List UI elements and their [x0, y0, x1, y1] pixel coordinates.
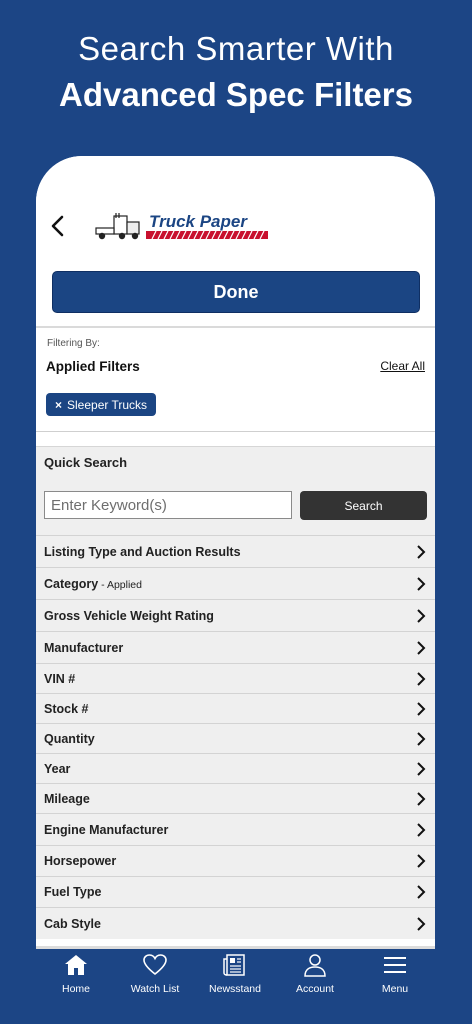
keyword-search-input[interactable]	[44, 491, 292, 519]
filtering-by-label: Filtering By:	[47, 338, 100, 349]
tab-label: Menu	[381, 983, 409, 995]
back-arrow-icon[interactable]	[48, 214, 68, 238]
list-item-horsepower[interactable]: Horsepower	[36, 845, 435, 876]
list-item-mileage[interactable]: Mileage	[36, 783, 435, 813]
tab-menu[interactable]: Menu	[355, 953, 435, 995]
chevron-right-icon	[417, 761, 426, 776]
filter-category-list: Listing Type and Auction Results Categor…	[36, 535, 435, 939]
list-item-fuel-type[interactable]: Fuel Type	[36, 876, 435, 907]
bottom-tab-bar: Home Watch List Newsstand Account Menu	[36, 946, 435, 1024]
item-label: Cab Style	[44, 916, 101, 931]
newspaper-icon	[223, 954, 245, 976]
list-item-year[interactable]: Year	[36, 753, 435, 783]
chevron-right-icon	[417, 916, 426, 931]
chevron-right-icon	[417, 854, 426, 868]
quick-search-header: Quick Search	[36, 446, 435, 479]
tab-home[interactable]: Home	[36, 953, 116, 995]
applied-filter-chip[interactable]: × Sleeper Trucks	[46, 393, 157, 416]
chevron-right-icon	[417, 791, 426, 806]
divider	[36, 326, 435, 328]
item-label: Stock #	[44, 701, 89, 716]
list-item-category[interactable]: Category - Applied	[36, 567, 435, 599]
logo-wordmark: Truck Paper	[149, 212, 248, 231]
item-label: Engine Manufacturer	[44, 822, 169, 837]
list-item-gvwr[interactable]: Gross Vehicle Weight Rating	[36, 599, 435, 631]
item-label: Mileage	[44, 791, 90, 806]
tab-label: Home	[61, 983, 90, 995]
app-header: Truck Paper Done	[36, 156, 435, 326]
list-item-quantity[interactable]: Quantity	[36, 723, 435, 753]
chevron-right-icon	[417, 731, 426, 746]
done-button[interactable]: Done	[52, 271, 420, 313]
item-label: Category	[44, 576, 99, 591]
list-item-cab-style[interactable]: Cab Style	[36, 907, 435, 939]
item-label: Gross Vehicle Weight Rating	[44, 608, 214, 623]
list-item-engine-manufacturer[interactable]: Engine Manufacturer	[36, 813, 435, 845]
tab-watch-list[interactable]: Watch List	[115, 953, 195, 995]
chevron-right-icon	[417, 885, 426, 899]
tab-newsstand[interactable]: Newsstand	[195, 953, 275, 995]
quick-search-title: Quick Search	[44, 455, 128, 470]
tab-label: Watch List	[130, 983, 180, 995]
tab-account[interactable]: Account	[275, 953, 355, 995]
item-label: VIN #	[44, 671, 76, 686]
chevron-right-icon	[417, 822, 426, 837]
remove-filter-icon[interactable]: ×	[55, 398, 62, 412]
item-label: Quantity	[44, 731, 95, 746]
truck-paper-logo: Truck Paper	[95, 212, 268, 240]
chevron-right-icon	[417, 671, 426, 686]
item-label: Horsepower	[44, 854, 117, 868]
applied-filters-title: Applied Filters	[46, 359, 140, 374]
quick-search-row: Search	[36, 478, 435, 535]
promo-headline-line2: Advanced Spec Filters	[59, 76, 413, 113]
applied-indicator: - Applied	[98, 578, 142, 591]
list-item-manufacturer[interactable]: Manufacturer	[36, 631, 435, 663]
home-icon	[65, 955, 87, 975]
list-item-listing-type[interactable]: Listing Type and Auction Results	[36, 535, 435, 567]
phone-screen: Truck Paper Done Filtering By: Applied F…	[36, 156, 435, 1024]
truck-icon	[95, 213, 140, 235]
search-button[interactable]: Search	[300, 491, 427, 520]
promo-headline-line1: Search Smarter With	[78, 30, 394, 67]
chevron-right-icon	[417, 640, 426, 655]
chevron-right-icon	[417, 701, 426, 716]
list-item-stock[interactable]: Stock #	[36, 693, 435, 723]
heart-icon	[143, 954, 167, 976]
chevron-right-icon	[417, 544, 426, 559]
list-item-vin[interactable]: VIN #	[36, 663, 435, 693]
chevron-right-icon	[417, 576, 426, 591]
tab-label: Account	[296, 983, 334, 995]
chip-label: Sleeper Trucks	[67, 397, 148, 412]
tab-label: Newsstand	[209, 983, 261, 995]
item-label: Fuel Type	[44, 885, 102, 899]
user-icon	[304, 954, 326, 977]
item-label: Manufacturer	[44, 640, 124, 655]
clear-all-link[interactable]: Clear All	[380, 359, 425, 373]
divider	[36, 431, 435, 432]
chevron-right-icon	[417, 608, 426, 623]
item-label: Listing Type and Auction Results	[44, 544, 241, 559]
hamburger-menu-icon	[384, 957, 406, 973]
item-label: Year	[44, 761, 71, 776]
